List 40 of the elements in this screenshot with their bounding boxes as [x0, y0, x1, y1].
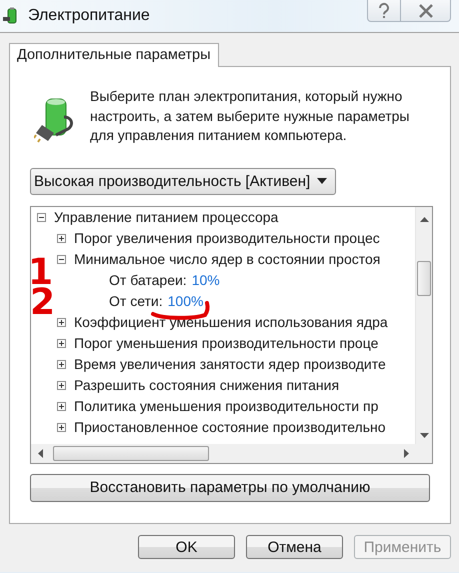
tree-item[interactable]: От батареи: — [109, 272, 187, 288]
scroll-right-icon[interactable] — [404, 448, 409, 458]
tree-item[interactable]: Приостановленное состояние производительно — [74, 419, 386, 435]
expand-toggle[interactable] — [57, 422, 66, 432]
dialog-button[interactable]: OK — [138, 535, 235, 559]
dialog-button[interactable]: Отмена — [246, 535, 343, 559]
expand-toggle[interactable] — [57, 338, 66, 348]
expand-toggle[interactable] — [57, 318, 66, 326]
expand-toggle[interactable] — [57, 254, 66, 264]
tree-item[interactable]: Управление питанием процессора — [54, 209, 278, 225]
close-button[interactable] — [401, 0, 451, 22]
vertical-scrollbar[interactable] — [415, 206, 432, 444]
scroll-thumb[interactable] — [417, 260, 431, 296]
scroll-left-icon[interactable] — [38, 448, 43, 458]
window-title: Электропитание — [28, 7, 150, 25]
expand-toggle[interactable] — [57, 402, 66, 410]
setting-value-link[interactable]: 100% — [168, 293, 204, 309]
scroll-thumb[interactable] — [53, 446, 209, 460]
tab[interactable]: Дополнительные параметры — [9, 43, 219, 67]
tree-item[interactable]: От сети: — [109, 293, 163, 309]
help-button[interactable] — [367, 0, 401, 22]
tree-item[interactable]: Коэффициент уменьшения использования ядра — [74, 314, 388, 330]
tree-item[interactable]: Разрешить состояния снижения питания — [74, 377, 340, 393]
setting-value-link[interactable]: 10% — [192, 272, 220, 288]
expand-toggle[interactable] — [37, 212, 46, 222]
scroll-up-icon[interactable] — [420, 216, 428, 222]
expand-toggle[interactable] — [57, 380, 66, 390]
dropdown-arrow-icon — [317, 178, 327, 184]
tree-item[interactable]: Политика уменьшения производительности пр — [74, 398, 378, 414]
tree-item[interactable]: Порог увеличения производительности процес — [74, 230, 380, 246]
description-text: Выберите план электропитания, который нужно настроить, а затем выберите нужные параметры для управления питанием компьютера. — [90, 87, 410, 145]
expand-toggle[interactable] — [57, 234, 66, 242]
plan-dropdown[interactable]: Высокая производительность [Активен] — [30, 168, 336, 194]
tree-item[interactable]: Порог уменьшения производительности проце — [74, 335, 378, 351]
scroll-down-icon[interactable] — [420, 432, 428, 438]
restore-defaults-button[interactable]: Восстановить параметры по умолчанию — [30, 474, 430, 502]
tree-item[interactable]: Минимальное число ядер в состоянии простоя — [74, 251, 380, 267]
tree-item[interactable]: Время увеличения занятости ядер производите — [74, 356, 386, 372]
expand-toggle[interactable] — [57, 360, 66, 368]
help-icon — [377, 2, 391, 20]
